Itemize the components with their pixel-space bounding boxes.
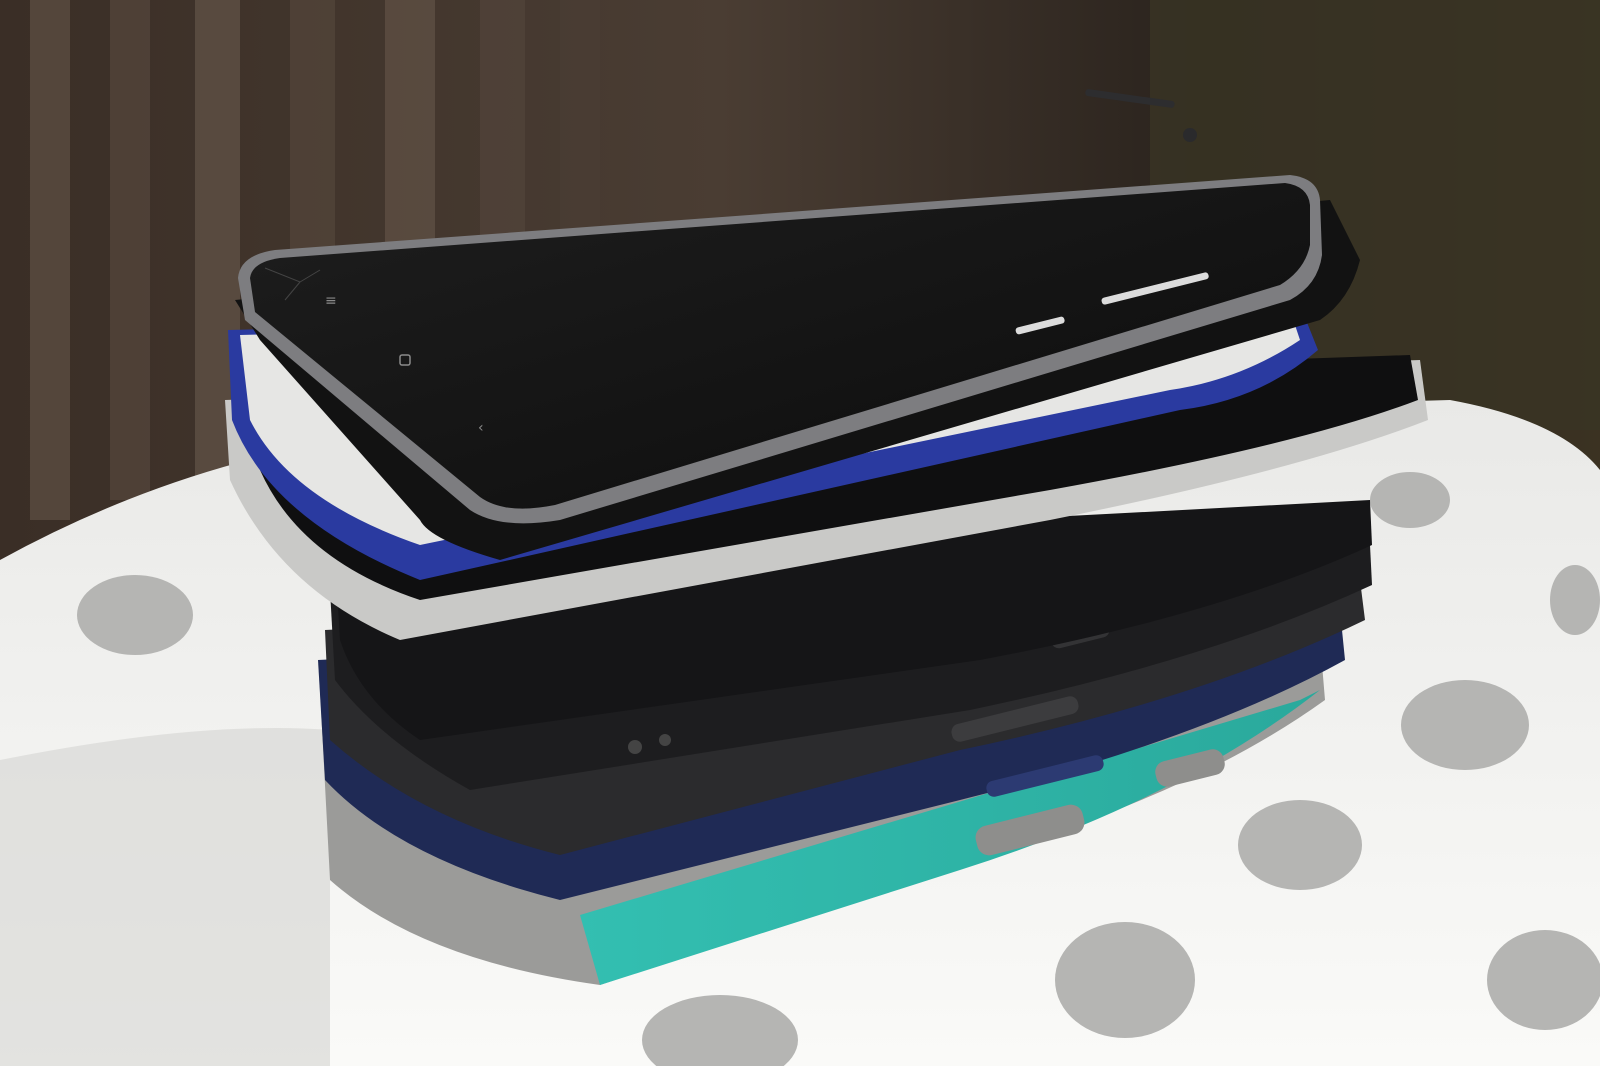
photo-canvas: ≡ ‹: [0, 0, 1600, 1066]
headphone-jack-2: [659, 734, 671, 746]
bench-shadow: [0, 728, 330, 1066]
back-key-icon: ‹: [478, 420, 484, 436]
headphone-jack: [628, 740, 642, 754]
top-phone-camera: [1183, 128, 1197, 142]
photo-scene: ≡ ‹: [0, 0, 1600, 1066]
menu-key-icon: ≡: [325, 293, 337, 309]
